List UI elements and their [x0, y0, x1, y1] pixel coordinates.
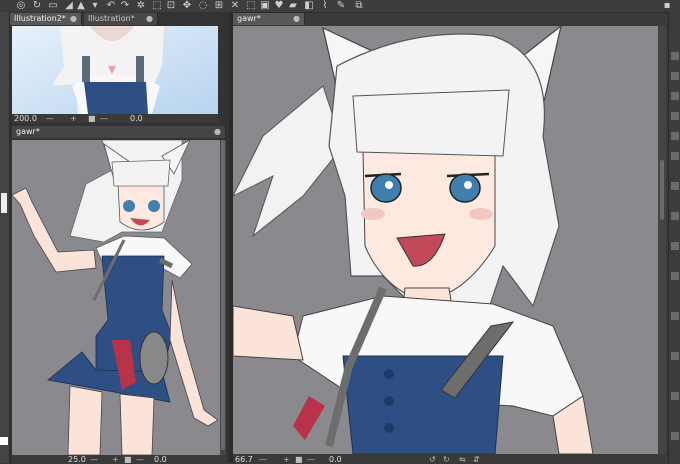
main-artwork	[233, 26, 594, 454]
panel-icon[interactable]	[671, 242, 679, 250]
menu-icon[interactable]: ▪	[660, 0, 674, 12]
tab-label: gawr*	[237, 14, 261, 23]
eraser-icon[interactable]: ◧	[302, 0, 316, 12]
redo-icon[interactable]: ↷	[118, 0, 132, 12]
zoom-out-icon[interactable]: —	[46, 114, 54, 123]
fill-icon[interactable]: ▰	[286, 0, 300, 12]
panel-icon[interactable]	[671, 112, 679, 120]
pen-icon[interactable]: ✎	[334, 0, 348, 12]
panel-icon[interactable]	[671, 392, 679, 400]
close-icon[interactable]: ✕	[228, 0, 242, 12]
zoom-value[interactable]: 200.0	[14, 114, 37, 123]
panel-icon[interactable]	[671, 52, 679, 60]
tab-gawr-main[interactable]: gawr* ●	[233, 13, 305, 25]
small-artwork	[12, 140, 219, 455]
panel-icon[interactable]	[671, 352, 679, 360]
close-icon[interactable]: ●	[70, 13, 77, 25]
undo-icon[interactable]: ↶	[104, 0, 118, 12]
navigator-status-bar: 200.0 — + ■ — 0.0	[12, 114, 218, 123]
small-vertical-scrollbar[interactable]	[220, 140, 226, 455]
navigator-artwork	[12, 26, 218, 114]
tool-indicator[interactable]	[1, 193, 7, 213]
select-icon[interactable]: ⬚	[150, 0, 164, 12]
panel-icon[interactable]	[671, 312, 679, 320]
panel-icon[interactable]	[671, 72, 679, 80]
crop-icon[interactable]: ⊡	[164, 0, 178, 12]
lasso-icon[interactable]: ◌	[196, 0, 210, 12]
tab-label: Illustration2*	[14, 14, 66, 23]
busy-icon: ✲	[136, 0, 146, 11]
left-tool-strip	[0, 12, 10, 463]
canvas-small[interactable]	[12, 140, 220, 455]
panel-icon[interactable]	[671, 152, 679, 160]
tab-label: gawr*	[16, 127, 40, 136]
main-canvas[interactable]	[233, 26, 658, 454]
close-icon[interactable]: ●	[293, 13, 300, 25]
panel-icon[interactable]	[671, 212, 679, 220]
close-icon[interactable]: ●	[146, 13, 153, 25]
panel-icon[interactable]	[671, 182, 679, 190]
angle-value[interactable]: 0.0	[130, 114, 143, 123]
panel-icon[interactable]	[671, 432, 679, 440]
color-swatch[interactable]	[0, 437, 8, 445]
fit-icon[interactable]: ■	[88, 114, 96, 123]
spiral-icon[interactable]: ◎	[14, 0, 28, 12]
panel-icon[interactable]	[671, 132, 679, 140]
panel-icon[interactable]	[671, 272, 679, 280]
main-vertical-scrollbar[interactable]	[658, 26, 666, 454]
navigator-canvas[interactable]	[12, 26, 218, 114]
rotate-left-icon[interactable]: —	[100, 114, 108, 123]
heart-icon[interactable]: ♥	[272, 0, 286, 12]
panel-icon[interactable]	[671, 92, 679, 100]
ruler-icon[interactable]: ▭	[46, 0, 60, 12]
tab-label: Illustration*	[88, 14, 135, 23]
select-rect-icon[interactable]: ⬚	[244, 0, 258, 12]
chevron-down-icon[interactable]: ▾	[88, 0, 102, 12]
mirror-icon[interactable]: ⧉	[352, 0, 366, 12]
triangle-icon[interactable]: ▲	[74, 0, 88, 12]
tab-illustration2[interactable]: Illustration2* ●	[10, 13, 82, 25]
tab-gawr-small[interactable]: gawr* ●	[12, 126, 226, 138]
main-tab-bar	[305, 13, 668, 25]
rotate-icon[interactable]: ↻	[30, 0, 44, 12]
zoom-in-icon[interactable]: +	[70, 114, 77, 123]
right-tool-strip	[668, 12, 680, 463]
transform-icon[interactable]: ✥	[180, 0, 194, 12]
brush-icon[interactable]: ⌇	[318, 0, 332, 12]
layer-icon[interactable]: ▣	[258, 0, 272, 12]
tab-illustration[interactable]: Illustration* ●	[84, 13, 158, 25]
close-icon[interactable]: ●	[214, 126, 221, 138]
crop-frame-icon[interactable]: ⊞	[212, 0, 226, 12]
